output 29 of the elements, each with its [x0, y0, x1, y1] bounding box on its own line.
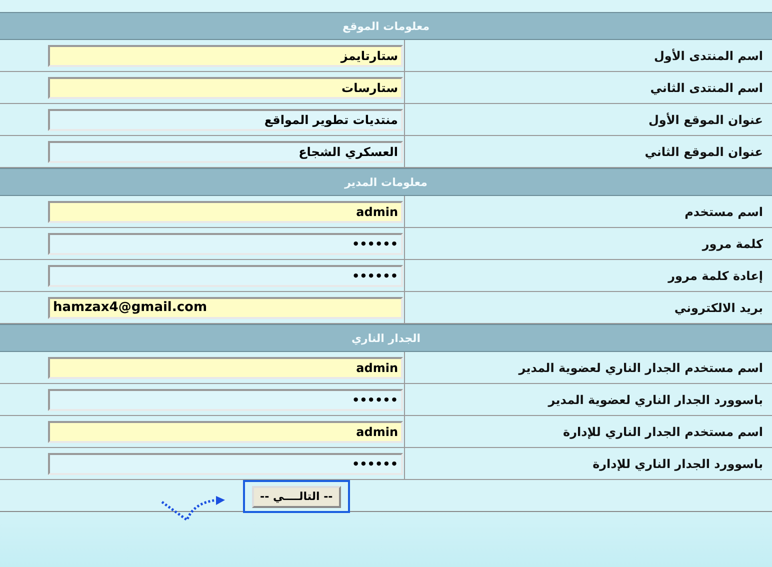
- input-field[interactable]: admin: [48, 420, 403, 442]
- field-label: اسم المنتدى الثاني: [650, 80, 763, 94]
- next-button[interactable]: -- التالــــي --: [252, 486, 341, 508]
- input-field[interactable]: ••••••: [48, 452, 403, 474]
- field-label: عنوان الموقع الأول: [648, 112, 763, 126]
- input-field[interactable]: ••••••: [48, 232, 403, 254]
- input-field[interactable]: منتديات تطوير المواقع: [48, 108, 403, 130]
- field-label: عنوان الموقع الثاني: [644, 144, 763, 158]
- section-title: معلومات الموقع: [342, 20, 430, 32]
- field-label: كلمة مرور: [702, 236, 763, 250]
- section-title: معلومات المدير: [344, 176, 428, 188]
- section-title: الجدار الناري: [351, 332, 421, 344]
- input-field[interactable]: admin: [48, 356, 403, 378]
- arrow-icon: [160, 496, 226, 522]
- input-field[interactable]: العسكري الشجاع: [48, 140, 403, 162]
- field-label: إعادة كلمة مرور: [668, 268, 763, 282]
- input-field[interactable]: ستارتايمز: [48, 44, 403, 66]
- field-label: باسوورد الجدار الناري للإدارة: [592, 456, 763, 470]
- input-field[interactable]: ••••••: [48, 264, 403, 286]
- input-field[interactable]: ••••••: [48, 388, 403, 410]
- field-label: بريد الالكتروني: [674, 300, 763, 314]
- input-field[interactable]: ستارسات: [48, 76, 403, 98]
- input-field[interactable]: hamzax4@gmail.com: [48, 296, 403, 318]
- field-label: اسم مستخدم: [684, 204, 763, 218]
- field-label: اسم مستخدم الجدار الناري لعضوية المدير: [518, 360, 763, 374]
- field-label: باسوورد الجدار الناري لعضوية المدير: [548, 392, 763, 406]
- input-field[interactable]: admin: [48, 200, 403, 222]
- field-label: اسم المنتدى الأول: [654, 48, 763, 62]
- field-label: اسم مستخدم الجدار الناري للإدارة: [563, 424, 763, 438]
